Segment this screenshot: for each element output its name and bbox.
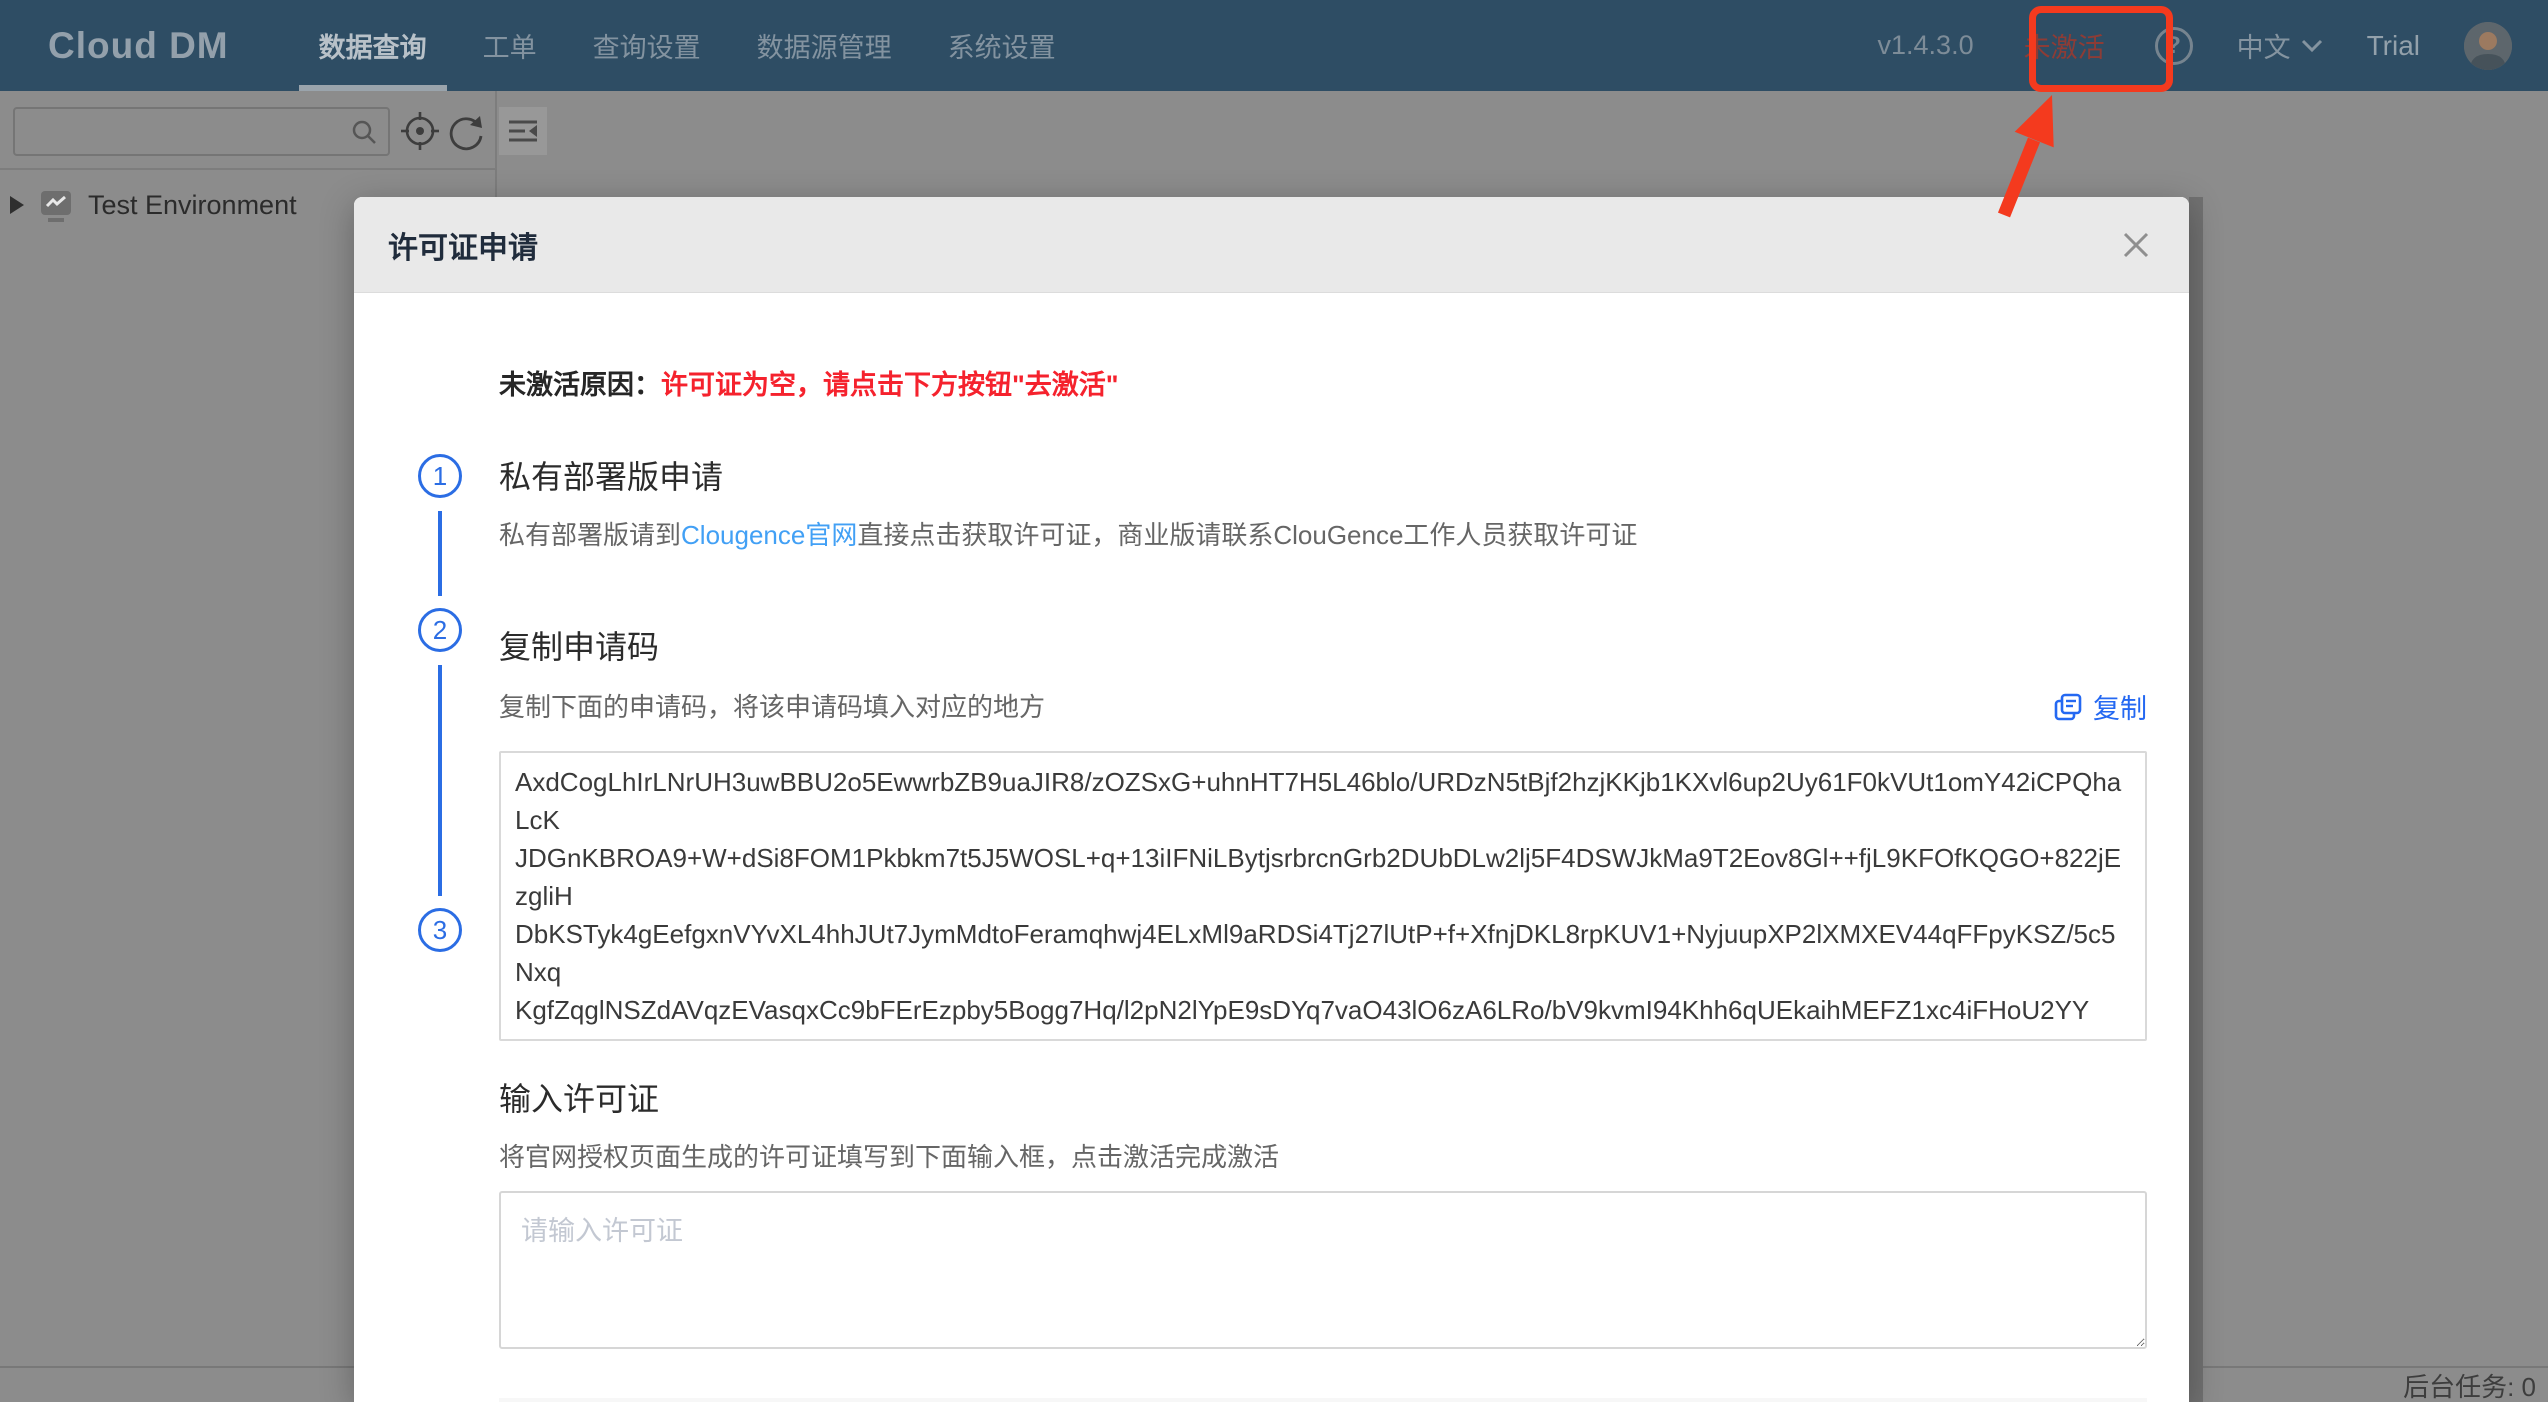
nav-item-datasource-management[interactable]: 数据源管理 bbox=[737, 0, 912, 91]
search-icon bbox=[350, 118, 378, 146]
main-nav: 数据查询 工单 查询设置 数据源管理 系统设置 bbox=[299, 0, 1076, 91]
locate-icon[interactable] bbox=[398, 109, 442, 153]
navbar-right: v1.4.3.0 未激活 ? 中文 Trial bbox=[1878, 0, 2512, 91]
chevron-down-icon bbox=[2301, 39, 2322, 52]
app-logo: Cloud DM bbox=[48, 24, 229, 66]
modal-scrollbar[interactable] bbox=[2189, 197, 2203, 1402]
nav-item-data-query[interactable]: 数据查询 bbox=[299, 0, 447, 91]
step-2-title: 复制申请码 bbox=[499, 629, 660, 665]
caret-right-icon[interactable] bbox=[10, 196, 24, 214]
sidebar-search bbox=[13, 107, 390, 156]
search-input[interactable] bbox=[15, 117, 350, 146]
language-label: 中文 bbox=[2236, 33, 2291, 63]
plan-label: Trial bbox=[2366, 29, 2420, 61]
avatar[interactable] bbox=[2464, 21, 2512, 70]
tree-node-environment[interactable]: Test Environment bbox=[10, 187, 297, 223]
license-textarea[interactable] bbox=[499, 1191, 2147, 1349]
annotation-highlight-box bbox=[2029, 6, 2173, 92]
step-3-title: 输入许可证 bbox=[499, 1081, 660, 1117]
step-1-desc-prefix: 私有部署版请到 bbox=[499, 520, 682, 550]
request-code-line: AxdCogLhIrLNrUH3uwBBU2o5EwwrbZB9uaJIR8/z… bbox=[515, 767, 2122, 835]
license-notes: 1. 从未进行过许可证申请和激活 2. 许可证超过时长，社区版可以在官网重新申请… bbox=[499, 1398, 2147, 1402]
collapse-panel-icon bbox=[509, 120, 537, 142]
nav-item-tickets[interactable]: 工单 bbox=[463, 0, 557, 91]
nav-item-query-settings[interactable]: 查询设置 bbox=[573, 0, 721, 91]
request-code-line: KgfZqglNSZdAVqzEVasqxCc9bFErEzpby5Bogg7H… bbox=[515, 995, 2090, 1025]
background-tasks-label[interactable]: 后台任务: 0 bbox=[2403, 1367, 2536, 1402]
request-code-box[interactable]: AxdCogLhIrLNrUH3uwBBU2o5EwwrbZB9uaJIR8/z… bbox=[499, 751, 2147, 1041]
request-code-line: JDGnKBROA9+W+dSi8FOM1Pkbkm7t5J5WOSL+q+13… bbox=[515, 843, 2122, 911]
environment-icon bbox=[38, 187, 74, 223]
request-code-line: DbKSTyk4gEefgxnVYvXL4hhJUt7JymMdtoFeramq… bbox=[515, 919, 2116, 987]
avatar-image bbox=[2464, 21, 2512, 70]
inactive-reason-text: 许可证为空，请点击下方按钮"去激活" bbox=[661, 370, 1119, 400]
sidebar-divider bbox=[0, 168, 495, 170]
modal-body: 未激活原因：许可证为空，请点击下方按钮"去激活" 私有部署版申请 私有部署版请到… bbox=[354, 367, 2189, 1402]
step-2-description: 复制下面的申请码，将该申请码填入对应的地方 bbox=[499, 691, 1046, 722]
close-icon[interactable] bbox=[2121, 230, 2151, 260]
refresh-icon[interactable] bbox=[446, 112, 486, 152]
tree-node-label: Test Environment bbox=[88, 189, 297, 220]
collapse-sidebar-button[interactable] bbox=[499, 107, 547, 155]
version-label: v1.4.3.0 bbox=[1877, 30, 1974, 60]
inactive-reason: 未激活原因：许可证为空，请点击下方按钮"去激活" bbox=[499, 367, 2147, 403]
step-1-desc-suffix: 直接点击获取许可证，商业版请联系ClouGence工作人员获取许可证 bbox=[857, 520, 1638, 550]
step-1-title: 私有部署版申请 bbox=[499, 459, 724, 495]
nav-item-system-settings[interactable]: 系统设置 bbox=[928, 0, 1076, 91]
language-switcher[interactable]: 中文 bbox=[2237, 26, 2323, 65]
copy-icon bbox=[2054, 693, 2082, 720]
license-request-modal: 许可证申请 1 2 3 未激活原因：许可证为空，请点击下方按钮"去激活" 私有部… bbox=[354, 197, 2189, 1402]
inactive-reason-label: 未激活原因： bbox=[499, 370, 661, 400]
copy-button-label: 复制 bbox=[2093, 694, 2147, 724]
modal-header: 许可证申请 bbox=[354, 197, 2189, 293]
copy-button[interactable]: 复制 bbox=[2053, 687, 2147, 726]
official-site-link[interactable]: Clougence官网 bbox=[681, 520, 857, 550]
step-3-description: 将官网授权页面生成的许可证填写到下面输入框，点击激活完成激活 bbox=[499, 1142, 1280, 1172]
step-1-description: 私有部署版请到Clougence官网直接点击获取许可证，商业版请联系ClouGe… bbox=[499, 517, 2147, 553]
modal-title: 许可证申请 bbox=[388, 231, 538, 265]
